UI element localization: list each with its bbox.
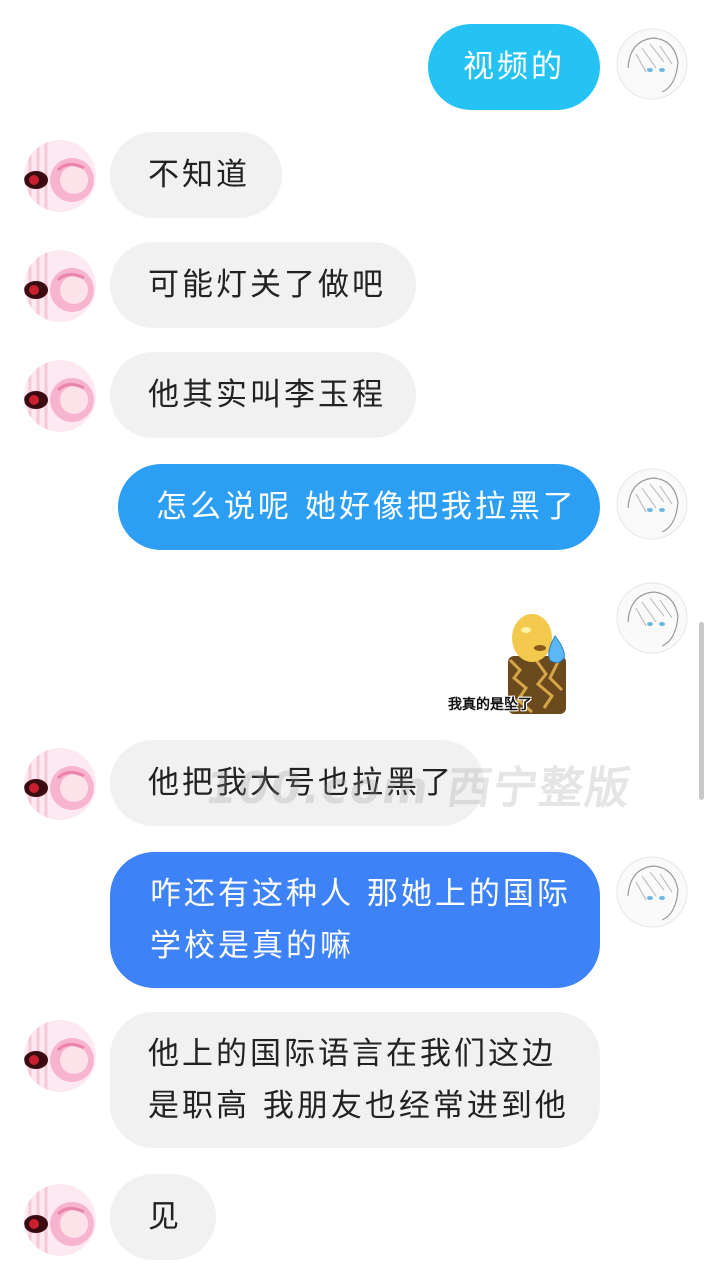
- contact-avatar[interactable]: [24, 250, 96, 322]
- my-avatar[interactable]: [616, 856, 688, 928]
- contact-avatar[interactable]: [24, 1184, 96, 1256]
- my-avatar[interactable]: [616, 28, 688, 100]
- message-text: 视频的: [463, 49, 565, 85]
- message-text-line: 学校是真的嘛: [150, 928, 354, 964]
- my-avatar[interactable]: [616, 582, 688, 654]
- contact-avatar[interactable]: [24, 1020, 96, 1092]
- pink-anime-girl-icon: [24, 360, 96, 432]
- sticker-caption: 我真的是坠了: [448, 697, 532, 713]
- message-bubble-incoming[interactable]: 不知道: [110, 132, 282, 218]
- message-bubble-incoming[interactable]: 可能灯关了做吧: [110, 242, 416, 328]
- message-text-line: 咋还有这种人 那她上的国际: [150, 876, 571, 912]
- message-bubble-incoming[interactable]: 见: [110, 1174, 216, 1260]
- pink-anime-girl-icon: [24, 1184, 96, 1256]
- anime-girl-sketch-icon: [616, 582, 688, 654]
- message-text: 可能灯关了做吧: [148, 267, 386, 303]
- message-text: 不知道: [148, 157, 250, 193]
- pink-anime-girl-icon: [24, 250, 96, 322]
- message-bubble-outgoing[interactable]: 怎么说呢 她好像把我拉黑了: [118, 464, 600, 550]
- watermark: 100.com 西宁整版: [201, 763, 635, 814]
- pink-anime-girl-icon: [24, 1020, 96, 1092]
- message-text: 怎么说呢 她好像把我拉黑了: [156, 489, 577, 525]
- message-bubble-outgoing[interactable]: 视频的: [428, 24, 600, 110]
- message-bubble-incoming[interactable]: 他其实叫李玉程: [110, 352, 416, 438]
- message-bubble-outgoing[interactable]: 咋还有这种人 那她上的国际 学校是真的嘛: [110, 852, 600, 988]
- contact-avatar[interactable]: [24, 748, 96, 820]
- message-text: 他其实叫李玉程: [148, 377, 386, 413]
- pink-anime-girl-icon: [24, 748, 96, 820]
- my-avatar[interactable]: [616, 468, 688, 540]
- message-text-line: 他上的国际语言在我们这边: [148, 1036, 556, 1072]
- anime-girl-sketch-icon: [616, 468, 688, 540]
- contact-avatar[interactable]: [24, 140, 96, 212]
- message-text-line: 是职高 我朋友也经常进到他: [148, 1088, 569, 1124]
- message-bubble-incoming[interactable]: 他上的国际语言在我们这边 是职高 我朋友也经常进到他: [110, 1012, 600, 1148]
- pink-anime-girl-icon: [24, 140, 96, 212]
- scrollbar-thumb[interactable]: [699, 622, 704, 800]
- anime-girl-sketch-icon: [616, 28, 688, 100]
- message-text: 见: [148, 1199, 182, 1235]
- anime-girl-sketch-icon: [616, 856, 688, 928]
- contact-avatar[interactable]: [24, 360, 96, 432]
